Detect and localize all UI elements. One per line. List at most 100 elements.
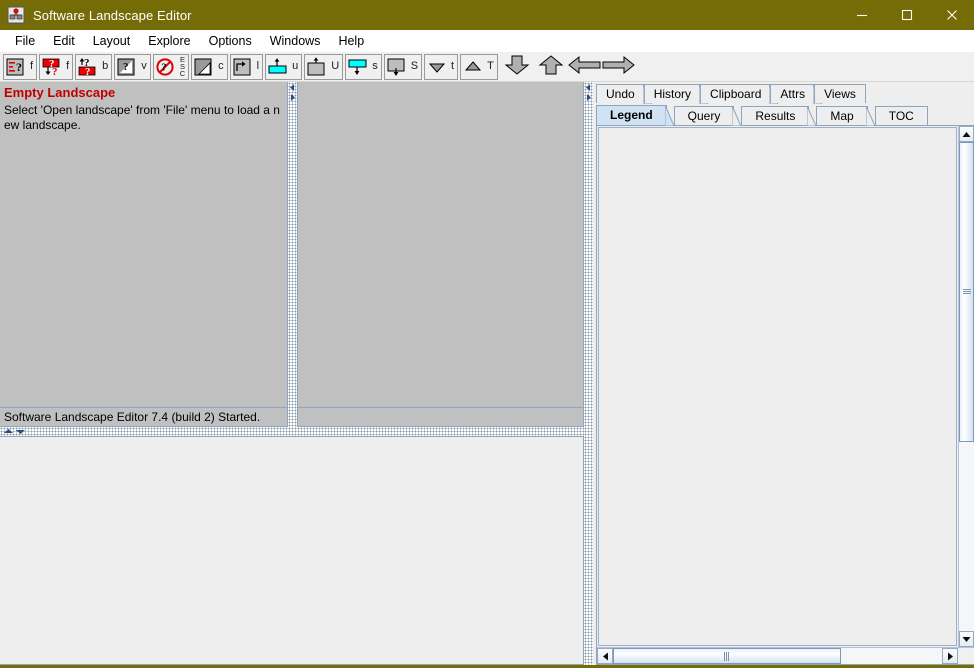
tab-label: Legend <box>610 108 653 122</box>
toolbar: ? f ? ? f ? ? b ? v ? E S C c l u U s S … <box>0 52 974 82</box>
toolbar-button-triangle-up[interactable]: T <box>460 53 498 80</box>
maximize-button[interactable] <box>884 0 929 30</box>
splitter-collapse-arrows-vertical[interactable] <box>4 428 25 435</box>
toolbar-button-arrow-up[interactable] <box>534 55 568 79</box>
window-title: Software Landscape Editor <box>33 7 192 23</box>
arrow-down-big-icon <box>501 54 533 79</box>
triangle-up-icon <box>462 57 484 77</box>
scroll-down-button[interactable] <box>959 631 974 647</box>
collapse-left-icon[interactable] <box>585 84 592 91</box>
tab-attrs[interactable]: Attrs <box>770 83 823 105</box>
toolbar-button-find-question[interactable]: ? f <box>3 53 38 80</box>
collapse-left-icon[interactable] <box>289 84 296 91</box>
collapse-up-icon[interactable] <box>4 428 13 435</box>
vertical-splitter-left[interactable] <box>288 82 297 427</box>
toolbar-button-find-down-question[interactable]: ? ? f <box>39 53 74 80</box>
svg-text:?: ? <box>123 61 129 73</box>
window-controls <box>839 0 974 30</box>
landscape-canvas[interactable] <box>297 82 584 408</box>
tab-undo[interactable]: Undo <box>596 83 653 105</box>
right-column: Undo History Clipboard Attrs Views Legen… <box>593 82 974 665</box>
toolbar-button-back-question[interactable]: ? ? b <box>75 53 113 80</box>
toolbar-button-arrow-right[interactable] <box>602 55 636 79</box>
menu-item-windows[interactable]: Windows <box>261 32 330 51</box>
tab-query[interactable]: Query <box>673 105 743 127</box>
toolbar-key-label-esc: ESC <box>179 55 186 78</box>
tab-views[interactable]: Views <box>814 84 866 103</box>
link-arrow-icon <box>232 57 254 77</box>
splitter-collapse-arrows[interactable] <box>289 84 296 101</box>
toolbar-button-arrow-down[interactable] <box>500 55 534 79</box>
tab-label: Map <box>830 108 854 123</box>
toolbar-button-triangle-down[interactable]: t <box>424 53 459 80</box>
horizontal-scroll-track[interactable] <box>613 648 942 664</box>
legend-vertical-scrollbar[interactable] <box>958 126 974 647</box>
arrow-left-big-icon <box>567 54 603 79</box>
close-button[interactable] <box>929 0 974 30</box>
scroll-left-button[interactable] <box>597 648 613 664</box>
toolbar-key-label: b <box>102 60 109 72</box>
app-icon <box>7 6 25 24</box>
legend-content[interactable] <box>598 127 957 646</box>
left-column: Empty Landscape Select 'Open landscape' … <box>0 82 584 665</box>
collapse-right-icon[interactable] <box>585 94 592 101</box>
tab-notch-icon <box>865 105 876 127</box>
toolbar-button-view-question[interactable]: ? v <box>114 53 151 80</box>
toolbar-button-link[interactable]: l <box>229 53 264 80</box>
toolbar-button-arrow-left[interactable] <box>568 55 602 79</box>
tab-label: Results <box>755 108 796 123</box>
menu-item-explore[interactable]: Explore <box>139 32 199 51</box>
toolbar-button-up-cyan-bar[interactable]: u <box>265 53 303 80</box>
tab-history[interactable]: History <box>643 83 709 105</box>
horizontal-splitter[interactable] <box>0 427 584 436</box>
svg-text:?: ? <box>85 66 91 77</box>
toolbar-button-escape[interactable]: ? ESC <box>152 53 190 80</box>
toolbar-button-box-down[interactable]: S <box>383 53 423 80</box>
tab-label: Attrs <box>780 86 806 101</box>
menu-item-file[interactable]: File <box>6 32 44 51</box>
tab-results[interactable]: Results <box>741 105 818 127</box>
tab-label: Views <box>824 86 856 101</box>
view-question-icon: ? <box>116 57 138 77</box>
arrow-right-big-icon <box>601 54 637 79</box>
scroll-right-button[interactable] <box>942 648 958 664</box>
application-window: Software Landscape Editor File Edit Layo… <box>0 0 974 668</box>
up-box-icon <box>306 56 328 77</box>
minimize-button[interactable] <box>839 0 884 30</box>
toolbar-button-clear[interactable]: c <box>191 53 228 80</box>
main-body: Empty Landscape Select 'Open landscape' … <box>0 82 974 665</box>
menu-item-layout[interactable]: Layout <box>84 32 140 51</box>
tab-notch-icon <box>664 104 675 127</box>
tab-legend[interactable]: Legend <box>596 104 675 127</box>
menu-item-options[interactable]: Options <box>200 32 261 51</box>
horizontal-scroll-thumb[interactable] <box>613 648 841 664</box>
vertical-splitter-right[interactable] <box>584 82 593 665</box>
collapse-right-icon[interactable] <box>289 94 296 101</box>
vertical-scroll-track[interactable] <box>959 142 974 631</box>
menu-item-edit[interactable]: Edit <box>44 32 84 51</box>
tab-label: TOC <box>888 108 914 123</box>
scroll-up-button[interactable] <box>959 126 974 142</box>
status-bar: Software Landscape Editor 7.4 (build 2) … <box>0 407 287 426</box>
vertical-scroll-thumb[interactable] <box>959 142 974 442</box>
output-panel[interactable] <box>0 436 584 665</box>
toolbar-key-label: U <box>331 60 340 72</box>
toolbar-key-label: f <box>30 60 34 72</box>
toolbar-key-label: f <box>66 60 70 72</box>
box-down-icon <box>386 57 408 77</box>
splitter-collapse-arrows-2[interactable] <box>585 84 592 101</box>
menu-item-help[interactable]: Help <box>329 32 373 51</box>
scroll-grip-icon <box>962 289 971 295</box>
toolbar-button-up-box[interactable]: U <box>304 53 344 80</box>
back-question-icon: ? ? <box>77 57 99 77</box>
legend-horizontal-scrollbar[interactable] <box>597 647 974 664</box>
toolbar-button-cyan-bar-down[interactable]: s <box>345 53 382 80</box>
escape-no-icon: ? <box>155 57 177 77</box>
panel-body-text: Select 'Open landscape' from 'File' menu… <box>4 103 280 132</box>
tab-toc[interactable]: TOC <box>874 106 928 125</box>
menu-bar: File Edit Layout Explore Options Windows… <box>0 30 974 52</box>
tab-map[interactable]: Map <box>816 105 876 127</box>
landscape-canvas-panel[interactable] <box>297 82 584 427</box>
collapse-down-icon[interactable] <box>16 428 25 435</box>
tab-clipboard[interactable]: Clipboard <box>700 83 780 105</box>
